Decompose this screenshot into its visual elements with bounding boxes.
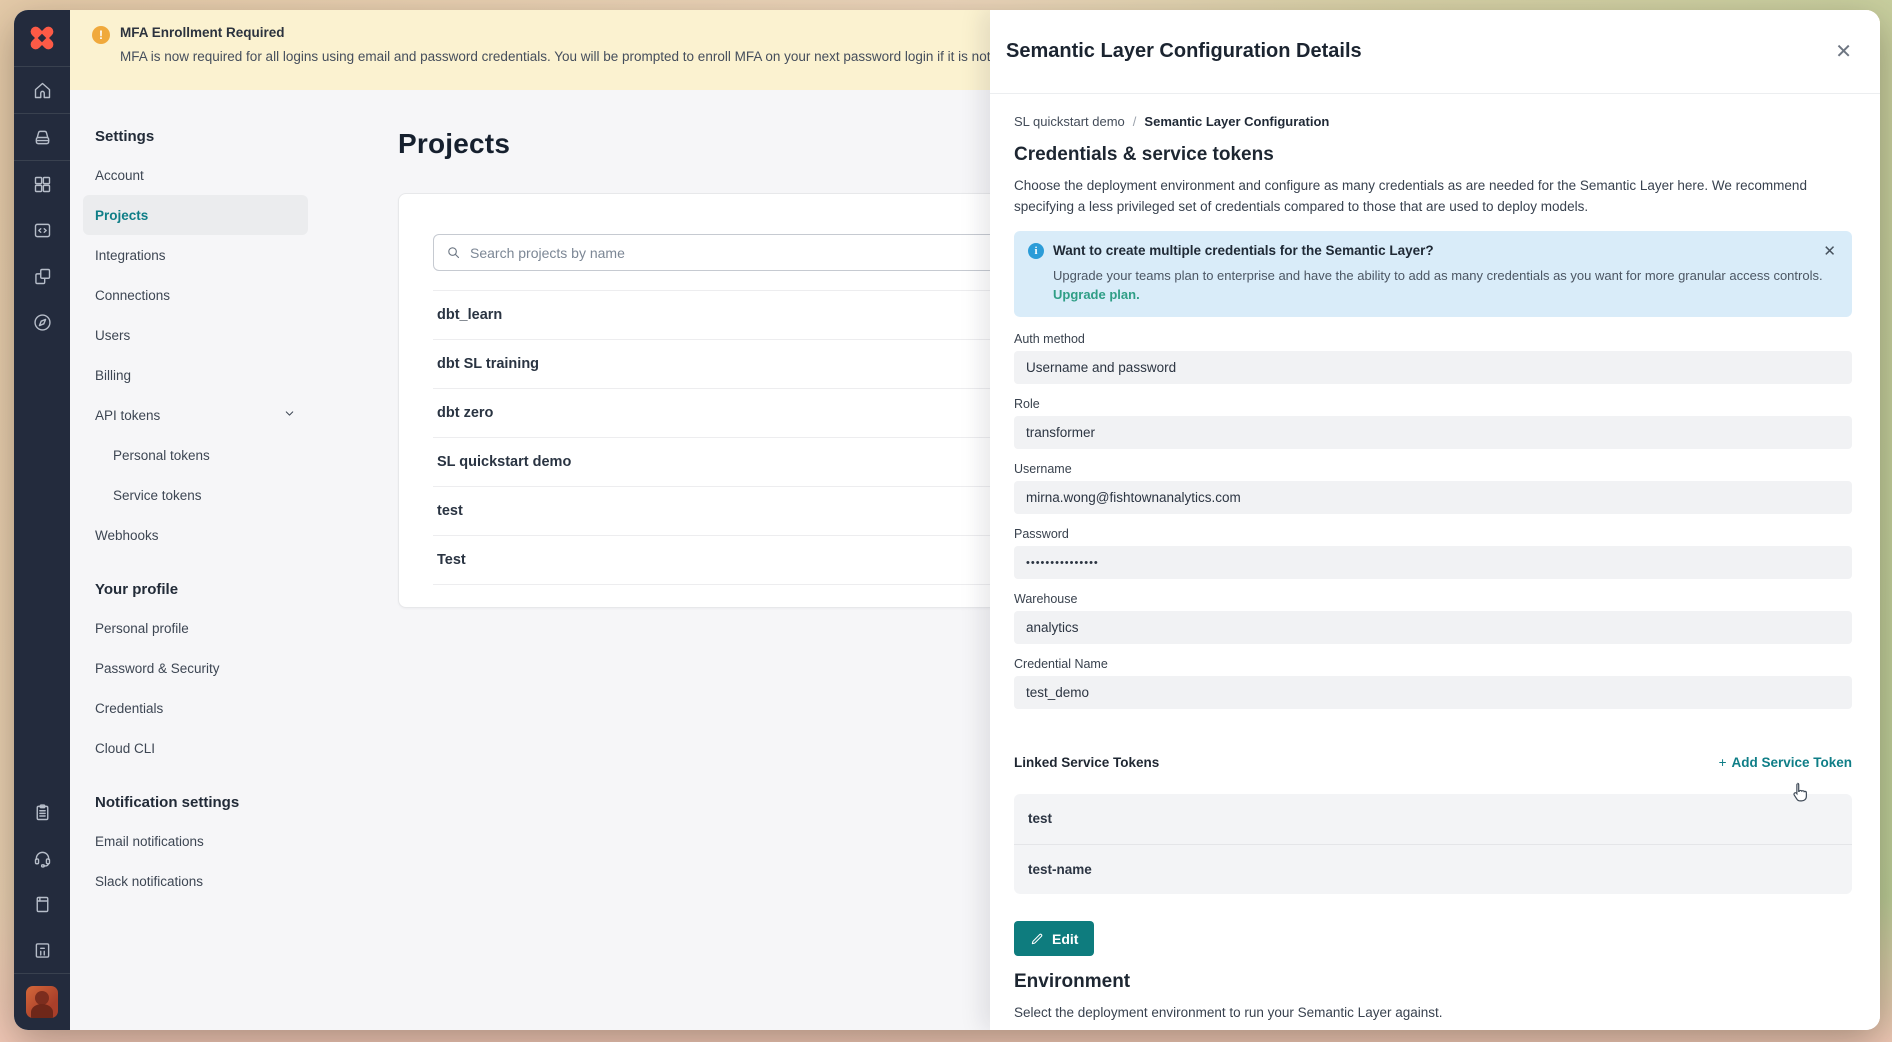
field-warehouse: Warehouse analytics — [1014, 592, 1852, 644]
warning-icon: ! — [92, 26, 110, 44]
apps-grid-icon[interactable] — [14, 161, 70, 207]
linked-tokens-heading: Linked Service Tokens — [1014, 755, 1159, 770]
nav-item-credentials[interactable]: Credentials — [83, 688, 308, 728]
nav-item-service-tokens[interactable]: Service tokens — [83, 475, 308, 515]
role-value: transformer — [1014, 416, 1852, 449]
auth-method-value: Username and password — [1014, 351, 1852, 384]
info-icon: i — [1028, 243, 1044, 259]
icon-rail — [14, 10, 70, 1030]
develop-code-icon[interactable] — [14, 207, 70, 253]
banner-body: MFA is now required for all logins using… — [120, 49, 1038, 64]
user-avatar — [26, 986, 58, 1018]
credential-fields: Auth method Username and password Role t… — [1014, 332, 1852, 709]
info-close-icon[interactable]: ✕ — [1823, 242, 1836, 260]
info-body: Upgrade your teams plan to enterprise an… — [1053, 266, 1838, 286]
warehouse-value: analytics — [1014, 611, 1852, 644]
panel-title: Semantic Layer Configuration Details — [1006, 40, 1362, 63]
credentials-description: Choose the deployment environment and co… — [1014, 176, 1852, 218]
home-icon[interactable] — [14, 67, 70, 113]
orchestration-icon[interactable] — [14, 253, 70, 299]
upgrade-info-box: i Want to create multiple credentials fo… — [1014, 231, 1852, 318]
nav-item-webhooks[interactable]: Webhooks — [83, 515, 308, 555]
changelog-panel-icon[interactable] — [14, 927, 70, 973]
nav-item-integrations[interactable]: Integrations — [83, 235, 308, 275]
settings-nav: Settings Account Projects Integrations C… — [95, 128, 341, 1030]
profile-heading: Your profile — [95, 581, 341, 598]
nav-item-users[interactable]: Users — [83, 315, 308, 355]
dbt-logo[interactable] — [14, 10, 70, 66]
settings-heading: Settings — [95, 128, 341, 145]
panel-body: SL quickstart demo / Semantic Layer Config… — [990, 94, 1880, 1030]
breadcrumb-separator: / — [1133, 114, 1137, 129]
nav-item-email-notifications[interactable]: Email notifications — [83, 821, 308, 861]
nav-item-slack-notifications[interactable]: Slack notifications — [83, 861, 308, 901]
token-row[interactable]: test — [1014, 794, 1852, 844]
dbt-logo-icon — [27, 23, 57, 53]
linked-tokens-list: test test-name — [1014, 794, 1852, 894]
rail-spacer — [14, 345, 70, 789]
add-service-token-button[interactable]: +Add Service Token — [1719, 755, 1852, 770]
nav-item-personal-tokens[interactable]: Personal tokens — [83, 435, 308, 475]
help-headset-icon[interactable] — [14, 835, 70, 881]
field-username: Username mirna.wong@fishtownanalytics.co… — [1014, 462, 1852, 514]
breadcrumb: SL quickstart demo / Semantic Layer Config… — [1014, 114, 1852, 129]
environment-description: Select the deployment environment to run… — [1014, 1003, 1852, 1024]
linked-tokens-header: Linked Service Tokens +Add Service Token — [1014, 755, 1852, 770]
semantic-layer-panel: Semantic Layer Configuration Details ✕ S… — [990, 10, 1880, 1030]
search-icon — [446, 245, 461, 260]
discover-compass-icon[interactable] — [14, 299, 70, 345]
nav-item-password-security[interactable]: Password & Security — [83, 648, 308, 688]
pencil-icon — [1030, 932, 1044, 946]
chevron-down-icon — [283, 407, 296, 423]
field-password: Password ••••••••••••••• — [1014, 527, 1852, 579]
token-row[interactable]: test-name — [1014, 844, 1852, 894]
app-window: ! MFA Enrollment Required MFA is now req… — [14, 10, 1880, 1030]
panel-header: Semantic Layer Configuration Details ✕ — [990, 10, 1880, 94]
field-auth-method: Auth method Username and password — [1014, 332, 1852, 384]
nav-item-billing[interactable]: Billing — [83, 355, 308, 395]
nav-item-account[interactable]: Account — [83, 155, 308, 195]
password-value: ••••••••••••••• — [1014, 546, 1852, 579]
docs-book-icon[interactable] — [14, 881, 70, 927]
deploy-icon[interactable] — [14, 114, 70, 160]
nav-item-personal-profile[interactable]: Personal profile — [83, 608, 308, 648]
credential-name-value: test_demo — [1014, 676, 1852, 709]
username-value: mirna.wong@fishtownanalytics.com — [1014, 481, 1852, 514]
credentials-heading: Credentials & service tokens — [1014, 144, 1852, 166]
close-icon[interactable]: ✕ — [1835, 39, 1852, 64]
banner-title: MFA Enrollment Required — [120, 25, 1038, 40]
breadcrumb-project[interactable]: SL quickstart demo — [1014, 114, 1125, 129]
upgrade-plan-link[interactable]: Upgrade plan. — [1053, 287, 1140, 302]
breadcrumb-current: Semantic Layer Configuration — [1144, 114, 1329, 129]
nav-item-projects[interactable]: Projects — [83, 195, 308, 235]
field-role: Role transformer — [1014, 397, 1852, 449]
info-title: Want to create multiple credentials for … — [1053, 243, 1434, 258]
nav-item-cloud-cli[interactable]: Cloud CLI — [83, 728, 308, 768]
edit-button[interactable]: Edit — [1014, 921, 1094, 956]
environment-heading: Environment — [1014, 971, 1852, 993]
notifications-heading: Notification settings — [95, 794, 341, 811]
field-credential-name: Credential Name test_demo — [1014, 657, 1852, 709]
nav-item-api-tokens[interactable]: API tokens — [83, 395, 308, 435]
user-menu[interactable] — [14, 974, 70, 1030]
clipboard-icon[interactable] — [14, 789, 70, 835]
nav-item-connections[interactable]: Connections — [83, 275, 308, 315]
